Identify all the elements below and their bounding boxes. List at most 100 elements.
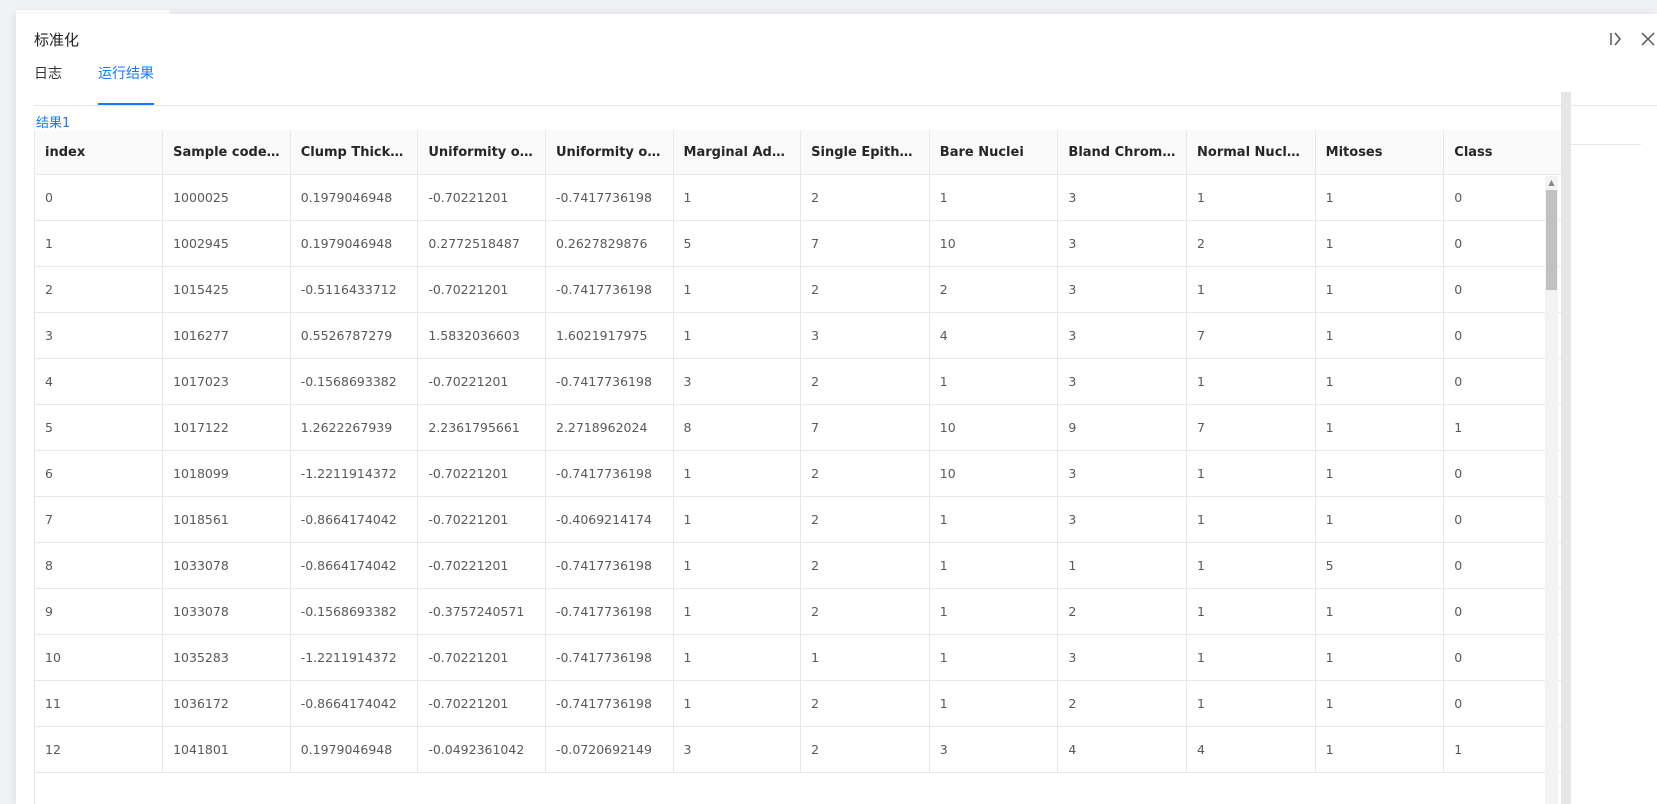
table-cell: 1036172 [162, 680, 291, 727]
results-table-container[interactable]: index Sample code n... Clump Thickness Unif… [34, 130, 1570, 804]
main-tabs: 日志 运行结果 [34, 63, 1657, 106]
table-cell: -0.7417736198 [545, 588, 674, 635]
table-cell: 1 [929, 680, 1059, 727]
table-cell: 3 [1057, 450, 1188, 497]
scrollbar-thumb[interactable] [1546, 190, 1557, 290]
table-cell: 3 [673, 358, 802, 405]
table-cell: 2.2718962024 [545, 404, 674, 451]
table-cell: 5 [1315, 542, 1445, 589]
table-row[interactable]: 11 1036172 -0.8664174042 -0.70221201 -0.7417… [35, 680, 1570, 727]
column-header[interactable]: Marginal Adhe... [673, 130, 802, 175]
table-row[interactable]: 4 1017023 -0.1568693382 -0.70221201 -0.74177… [35, 358, 1570, 405]
table-cell: 1 [1315, 404, 1445, 451]
column-header[interactable]: Bland Chromatin [1057, 130, 1188, 175]
column-header[interactable]: Uniformity of ... [545, 130, 674, 175]
table-cell: -0.7417736198 [545, 542, 674, 589]
column-header[interactable]: Single Epitheli... [800, 130, 930, 175]
table-cell: 1018561 [162, 496, 291, 543]
column-header[interactable]: Normal Nucleoli [1186, 130, 1316, 175]
table-cell: -0.5116433712 [290, 266, 419, 313]
table-cell: 7 [35, 496, 164, 543]
table-scrollbar[interactable]: ▲ [1545, 176, 1558, 804]
table-cell: 0 [35, 174, 164, 221]
table-cell: 4 [929, 312, 1059, 359]
tab-run-results[interactable]: 运行结果 [98, 63, 154, 105]
table-row[interactable]: 1 1002945 0.1979046948 0.2772518487 0.262782… [35, 220, 1570, 267]
table-cell: -0.7417736198 [545, 358, 674, 405]
table-row[interactable]: 12 1041801 0.1979046948 -0.0492361042 -0.072… [35, 726, 1570, 773]
column-header[interactable]: Bare Nuclei [929, 130, 1059, 175]
table-cell: 1 [1186, 634, 1316, 681]
table-row[interactable]: 7 1018561 -0.8664174042 -0.70221201 -0.40692… [35, 496, 1570, 543]
table-cell: 1 [673, 542, 802, 589]
table-cell: 3 [1057, 220, 1188, 267]
drawer-scrollbar[interactable] [1561, 92, 1571, 804]
table-cell: 3 [673, 726, 802, 773]
table-cell: 1033078 [162, 588, 291, 635]
table-row[interactable]: 6 1018099 -1.2211914372 -0.70221201 -0.74177… [35, 450, 1570, 497]
table-cell: 1 [1186, 174, 1316, 221]
column-header[interactable]: Uniformity of ... [417, 130, 546, 175]
background-strip [0, 0, 1657, 10]
table-cell: 0.1979046948 [290, 220, 419, 267]
table-cell: 9 [35, 588, 164, 635]
column-header[interactable]: Class [1443, 130, 1570, 175]
table-cell: 3 [35, 312, 164, 359]
table-cell: 3 [1057, 496, 1188, 543]
table-row[interactable]: 0 1000025 0.1979046948 -0.70221201 -0.741773… [35, 174, 1570, 221]
table-cell: 1 [1186, 266, 1316, 313]
close-icon[interactable] [1639, 30, 1657, 48]
column-header[interactable]: Mitoses [1315, 130, 1445, 175]
table-cell: 1 [673, 174, 802, 221]
table-cell: 7 [1186, 404, 1316, 451]
table-row[interactable]: 8 1033078 -0.8664174042 -0.70221201 -0.74177… [35, 542, 1570, 589]
table-cell: 1 [35, 220, 164, 267]
collapse-right-icon[interactable] [1607, 30, 1625, 48]
results-table: index Sample code n... Clump Thickness Unif… [35, 130, 1570, 773]
table-cell: -0.7417736198 [545, 266, 674, 313]
background-left [0, 0, 16, 804]
table-cell: 1 [1315, 312, 1445, 359]
table-cell: 3 [1057, 174, 1188, 221]
table-cell: 3 [1057, 312, 1188, 359]
table-cell: 1 [1315, 634, 1445, 681]
table-cell: 11 [35, 680, 164, 727]
table-cell: 2 [800, 588, 930, 635]
table-cell: 1 [800, 634, 930, 681]
tab-log[interactable]: 日志 [34, 63, 62, 103]
table-cell: -0.8664174042 [290, 680, 419, 727]
table-cell: -0.4069214174 [545, 496, 674, 543]
column-header[interactable]: index [35, 130, 164, 175]
column-header[interactable]: Clump Thickness [290, 130, 419, 175]
table-row[interactable]: 2 1015425 -0.5116433712 -0.70221201 -0.74177… [35, 266, 1570, 313]
table-row[interactable]: 3 1016277 0.5526787279 1.5832036603 1.602191… [35, 312, 1570, 359]
table-cell: 2 [800, 450, 930, 497]
table-cell: 1 [673, 634, 802, 681]
table-cell: 1 [929, 174, 1059, 221]
table-cell: 1 [1315, 220, 1445, 267]
table-cell: -0.70221201 [417, 266, 546, 313]
table-cell: -0.7417736198 [545, 680, 674, 727]
table-cell: 1 [1315, 450, 1445, 497]
table-cell: 1 [1315, 588, 1445, 635]
table-cell: 1.2622267939 [290, 404, 419, 451]
table-cell: 1 [1186, 496, 1316, 543]
table-row[interactable]: 10 1035283 -1.2211914372 -0.70221201 -0.7417… [35, 634, 1570, 681]
table-cell: 1 [929, 588, 1059, 635]
table-cell: 1 [929, 496, 1059, 543]
column-header[interactable]: Sample code n... [162, 130, 291, 175]
table-cell: 1 [673, 312, 802, 359]
table-cell: -0.70221201 [417, 542, 546, 589]
table-cell: 1018099 [162, 450, 291, 497]
table-cell: 0.5526787279 [290, 312, 419, 359]
table-cell: 2 [800, 680, 930, 727]
table-cell: 7 [800, 404, 930, 451]
table-cell: 1000025 [162, 174, 291, 221]
scroll-up-arrow-icon[interactable]: ▲ [1545, 178, 1558, 188]
table-cell: 2 [1186, 220, 1316, 267]
table-cell: 10 [35, 634, 164, 681]
table-cell: 1015425 [162, 266, 291, 313]
table-row[interactable]: 9 1033078 -0.1568693382 -0.3757240571 -0.741… [35, 588, 1570, 635]
table-cell: -0.7417736198 [545, 450, 674, 497]
table-row[interactable]: 5 1017122 1.2622267939 2.2361795661 2.271896… [35, 404, 1570, 451]
